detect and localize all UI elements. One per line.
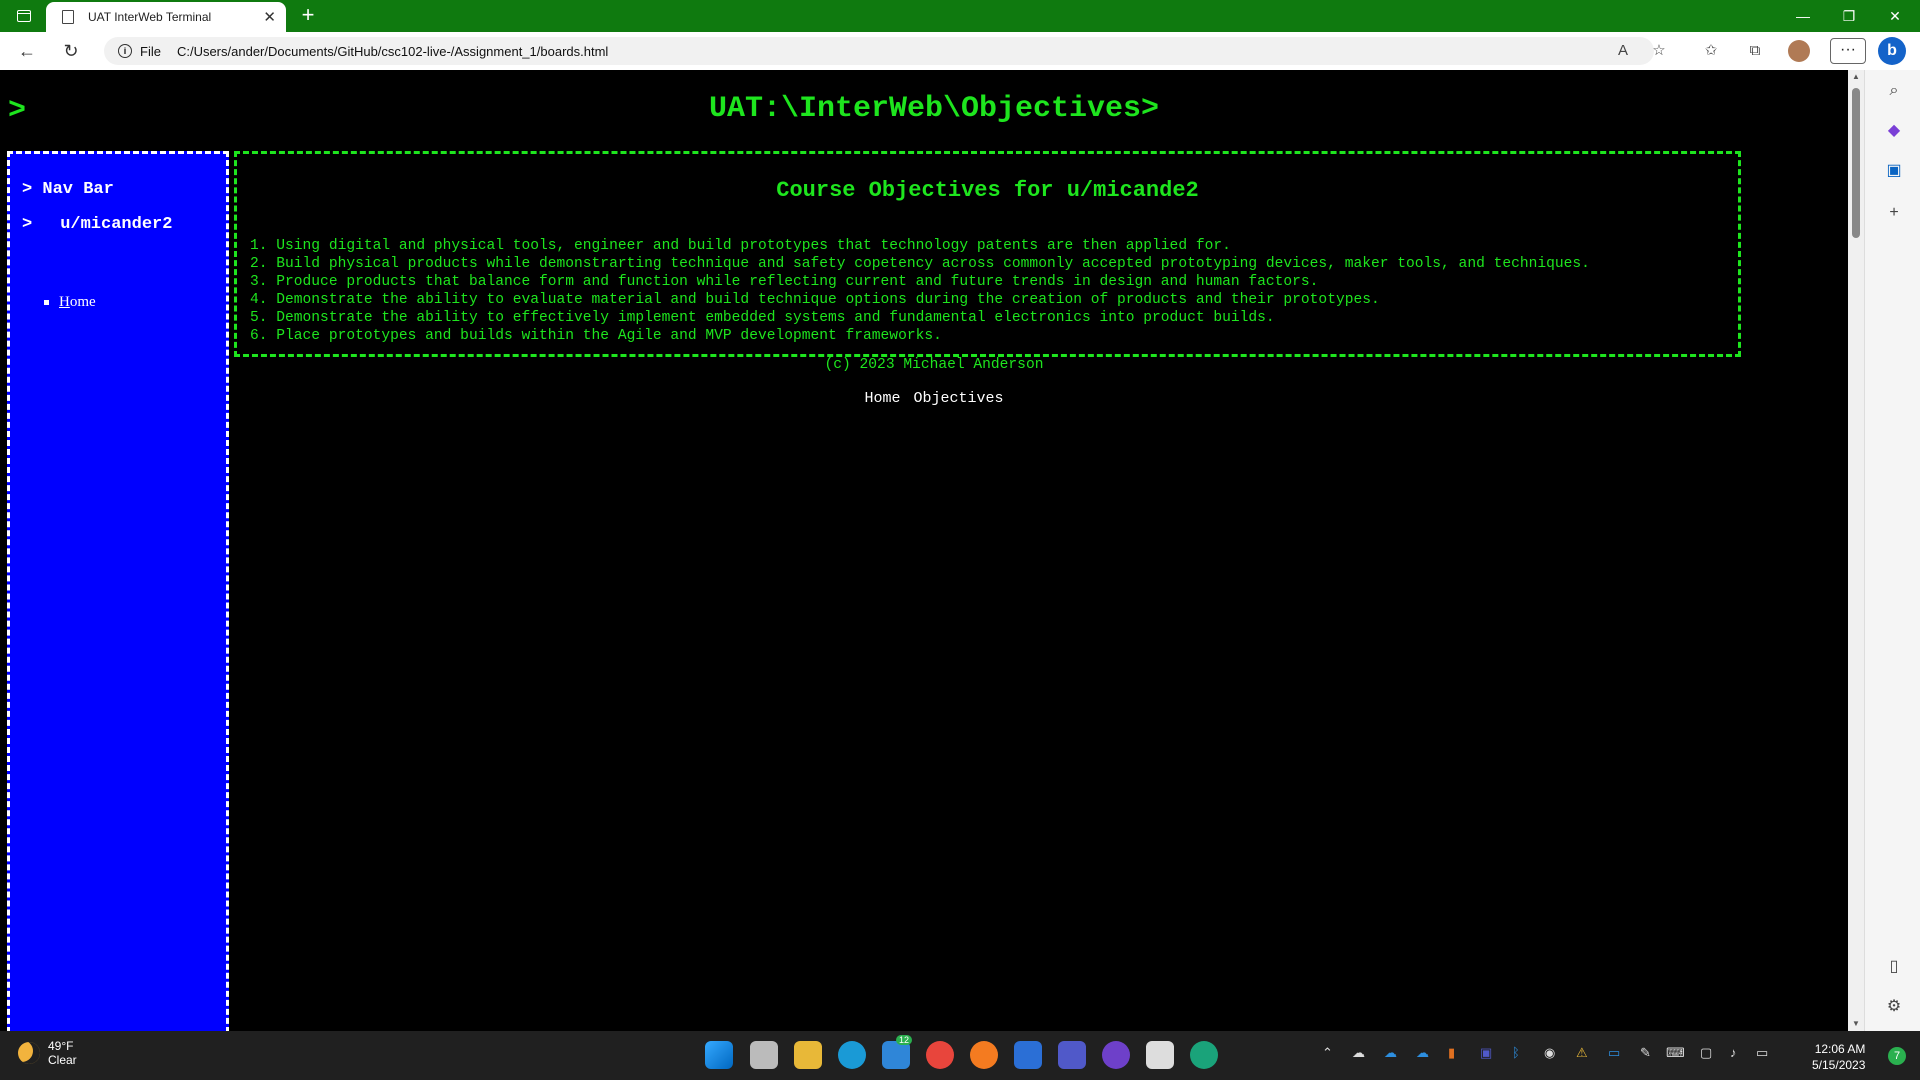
list-item: 3. Produce products that balance form an… [250, 274, 1319, 290]
drop-icon[interactable]: ◉ [1544, 1045, 1555, 1061]
copilot-icon[interactable]: b [1878, 37, 1906, 65]
pen-icon[interactable]: ✎ [1640, 1045, 1651, 1061]
list-item: 5. Demonstrate the ability to effectivel… [250, 310, 1275, 326]
edge-icon[interactable] [838, 1041, 866, 1069]
profile-avatar[interactable] [1788, 40, 1810, 62]
network-icon[interactable]: ▢ [1700, 1045, 1712, 1061]
tab-title: UAT InterWeb Terminal [88, 10, 212, 24]
address-bar[interactable]: i File C:/Users/ander/Documents/GitHub/c… [104, 37, 1654, 65]
teams-icon[interactable] [1058, 1041, 1086, 1069]
onedrive-blue-icon[interactable]: ☁ [1384, 1045, 1397, 1061]
firefox-icon[interactable] [970, 1041, 998, 1069]
battery-icon[interactable]: ▭ [1756, 1045, 1768, 1061]
app-badge: 12 [896, 1035, 913, 1045]
collections-icon[interactable]: ⧉ [1744, 41, 1766, 61]
todo-icon[interactable] [1014, 1041, 1042, 1069]
list-item: 1. Using digital and physical tools, eng… [250, 238, 1231, 254]
search-icon[interactable]: ⌕ [1883, 80, 1905, 102]
list-item: 4. Demonstrate the ability to evaluate m… [250, 292, 1380, 308]
bullet-icon [44, 300, 49, 306]
shopping-icon[interactable]: ◆ [1883, 120, 1905, 142]
settings-icon[interactable]: ⚙ [1883, 996, 1905, 1018]
copyright-text: (c) 2023 Michael Anderson [824, 357, 1044, 373]
footer-link-home[interactable]: Home [864, 390, 900, 407]
office-icon[interactable]: ▮ [1448, 1045, 1455, 1061]
username-label: u/micander2 [60, 215, 173, 234]
scroll-up-icon[interactable]: ▲ [1848, 70, 1864, 84]
teams-tray-icon[interactable]: ▣ [1480, 1045, 1492, 1061]
task-view-icon[interactable] [750, 1041, 778, 1069]
moon-icon [18, 1042, 40, 1064]
snipping-tool-icon[interactable] [1146, 1041, 1174, 1069]
user-arrow: > [22, 215, 33, 234]
notification-badge[interactable]: 7 [1888, 1047, 1906, 1065]
page-viewport: > UAT:\InterWeb\Objectives> > Nav Bar > u… [0, 70, 1848, 1031]
store-icon[interactable]: 12 [882, 1035, 913, 1069]
info-icon[interactable]: i [118, 44, 132, 58]
warning-icon[interactable]: ⚠ [1576, 1045, 1588, 1061]
home-link[interactable]: Home [59, 294, 96, 310]
new-tab-button[interactable]: + [294, 4, 322, 28]
minimize-button[interactable]: — [1780, 0, 1826, 32]
weather-widget[interactable]: 49°F Clear [18, 1039, 77, 1067]
page-title: UAT:\InterWeb\Objectives> [708, 92, 1160, 126]
display-icon[interactable]: ▭ [1608, 1045, 1620, 1061]
browser-tab-bar: UAT InterWeb Terminal ✕ + — ❐ ✕ [0, 0, 1920, 32]
read-aloud-icon[interactable]: A [1612, 41, 1634, 61]
github-desktop-icon[interactable] [1102, 1041, 1130, 1069]
volume-icon[interactable]: ♪ [1730, 1045, 1737, 1060]
favorites-icon[interactable]: ✩ [1700, 41, 1722, 61]
restore-button[interactable]: ❐ [1826, 0, 1872, 32]
window-menu-icon[interactable] [0, 0, 48, 32]
edge-dev-icon[interactable] [1190, 1041, 1218, 1069]
objectives-title: Course Objectives for u/micande2 [776, 178, 1199, 203]
address-url[interactable]: C:/Users/ander/Documents/GitHub/csc102-l… [177, 44, 608, 59]
back-arrow-icon[interactable]: ← [12, 39, 42, 63]
edge-sidebar: ⌕ ◆ ▣ + ▯ ⚙ [1864, 70, 1920, 1031]
chevron-up-icon[interactable]: ⌃ [1322, 1045, 1333, 1061]
objectives-list: 1. Using digital and physical tools, eng… [250, 237, 1590, 345]
address-scheme: File [140, 43, 161, 59]
clock-time: 12:06 AM [1814, 1042, 1866, 1056]
tab-close-button[interactable]: ✕ [263, 8, 276, 26]
add-icon[interactable]: + [1883, 202, 1905, 224]
page-icon [62, 10, 74, 24]
weather-text: 49°F Clear [48, 1039, 77, 1067]
objectives-panel: Course Objectives for u/micande2 1. Usin… [234, 151, 1741, 357]
weather-temp: 49°F [48, 1039, 74, 1053]
clock-date: 5/15/2023 [1812, 1058, 1866, 1072]
refresh-icon[interactable]: ↻ [56, 39, 86, 63]
list-item: 6. Place prototypes and builds within th… [250, 328, 942, 344]
sidebar-toggle-icon[interactable]: ▯ [1883, 956, 1905, 978]
taskbar: 49°F Clear 12 ⌃ ☁ ☁ ☁ ▮ ▣ ᛒ ◉ ⚠ ▭ ✎ ⌨ ▢ ♪… [0, 1031, 1920, 1080]
more-menu-button[interactable]: ··· [1830, 38, 1866, 64]
nav-bar-heading: > Nav Bar [22, 180, 114, 199]
onedrive-icon[interactable]: ☁ [1352, 1045, 1365, 1061]
favorite-add-icon[interactable]: ☆ [1648, 41, 1670, 61]
start-menu-icon[interactable] [705, 1041, 733, 1069]
file-explorer-icon[interactable] [794, 1041, 822, 1069]
outlook-icon[interactable]: ▣ [1883, 160, 1905, 182]
sidebar-item-home[interactable]: Home [44, 294, 96, 311]
address-bar-row: ← ↻ i File C:/Users/ander/Documents/GitH… [0, 32, 1920, 70]
list-item: 2. Build physical products while demonst… [250, 256, 1590, 272]
chrome-icon[interactable] [926, 1041, 954, 1069]
keyboard-icon[interactable]: ⌨ [1666, 1045, 1685, 1061]
nav-sidebar: > Nav Bar > u/micander2 Home [7, 151, 229, 1031]
footer-nav: Home Objectives [0, 390, 1848, 407]
browser-tab[interactable]: UAT InterWeb Terminal ✕ [46, 2, 286, 32]
system-clock[interactable]: 12:06 AM 5/15/2023 [1812, 1041, 1865, 1073]
onedrive-work-icon[interactable]: ☁ [1416, 1045, 1429, 1061]
scroll-thumb[interactable] [1852, 88, 1860, 238]
bluetooth-icon[interactable]: ᛒ [1512, 1045, 1520, 1060]
weather-desc: Clear [48, 1053, 77, 1067]
scroll-down-icon[interactable]: ▼ [1848, 1017, 1864, 1031]
sidebar-username: > u/micander2 [22, 215, 172, 234]
footer-link-objectives[interactable]: Objectives [914, 390, 1004, 407]
close-window-button[interactable]: ✕ [1872, 0, 1918, 32]
page-scrollbar[interactable]: ▲ ▼ [1848, 70, 1864, 1031]
